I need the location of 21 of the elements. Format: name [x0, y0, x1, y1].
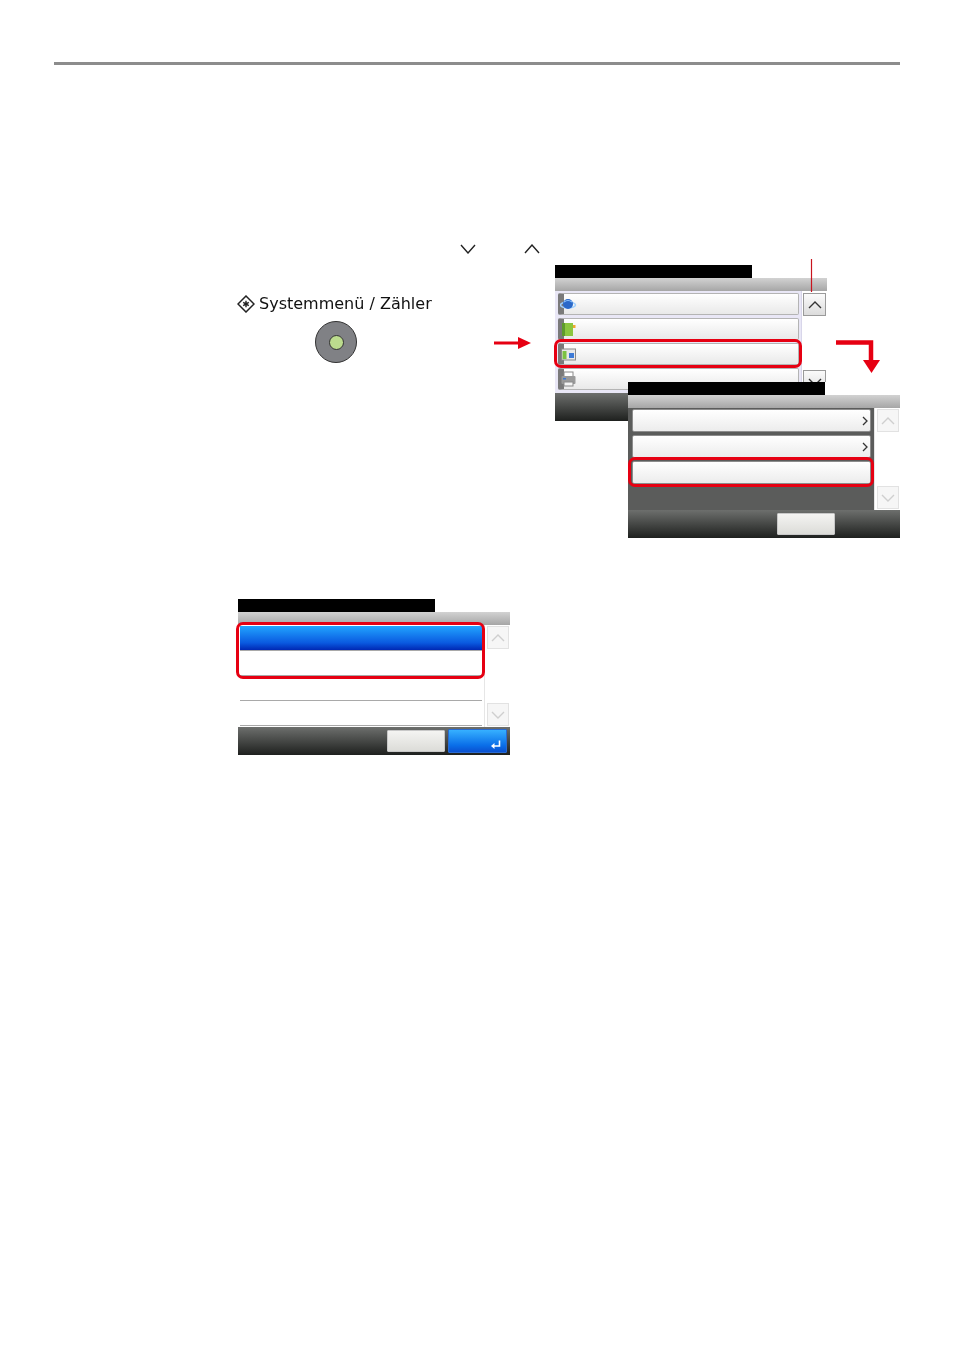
- chevron-up-icon: [491, 632, 505, 643]
- document-icon: [560, 346, 577, 362]
- globe-icon: [560, 296, 577, 312]
- enter-icon: [491, 740, 501, 749]
- right-arrow: [494, 336, 532, 350]
- key-label: Systemmenü / Zähler: [259, 294, 432, 314]
- diamond-icon: [237, 295, 255, 313]
- chevron-up-icon: [524, 244, 540, 254]
- leader-line: [810, 259, 813, 292]
- chevron-up-icon: [881, 415, 895, 426]
- book-icon: [560, 321, 577, 337]
- printer-icon: [560, 371, 577, 387]
- chevron-up-icon: [807, 299, 822, 310]
- scroll-up-button[interactable]: [803, 293, 826, 316]
- round-key-button[interactable]: [315, 321, 357, 363]
- chevron-down-icon: [491, 709, 505, 720]
- chevron-down-icon: [460, 244, 476, 254]
- indicator-light-icon: [328, 334, 344, 350]
- turn-down-arrow: [836, 339, 881, 374]
- chevron-down-icon: [881, 492, 895, 503]
- confirm-button[interactable]: [448, 729, 507, 753]
